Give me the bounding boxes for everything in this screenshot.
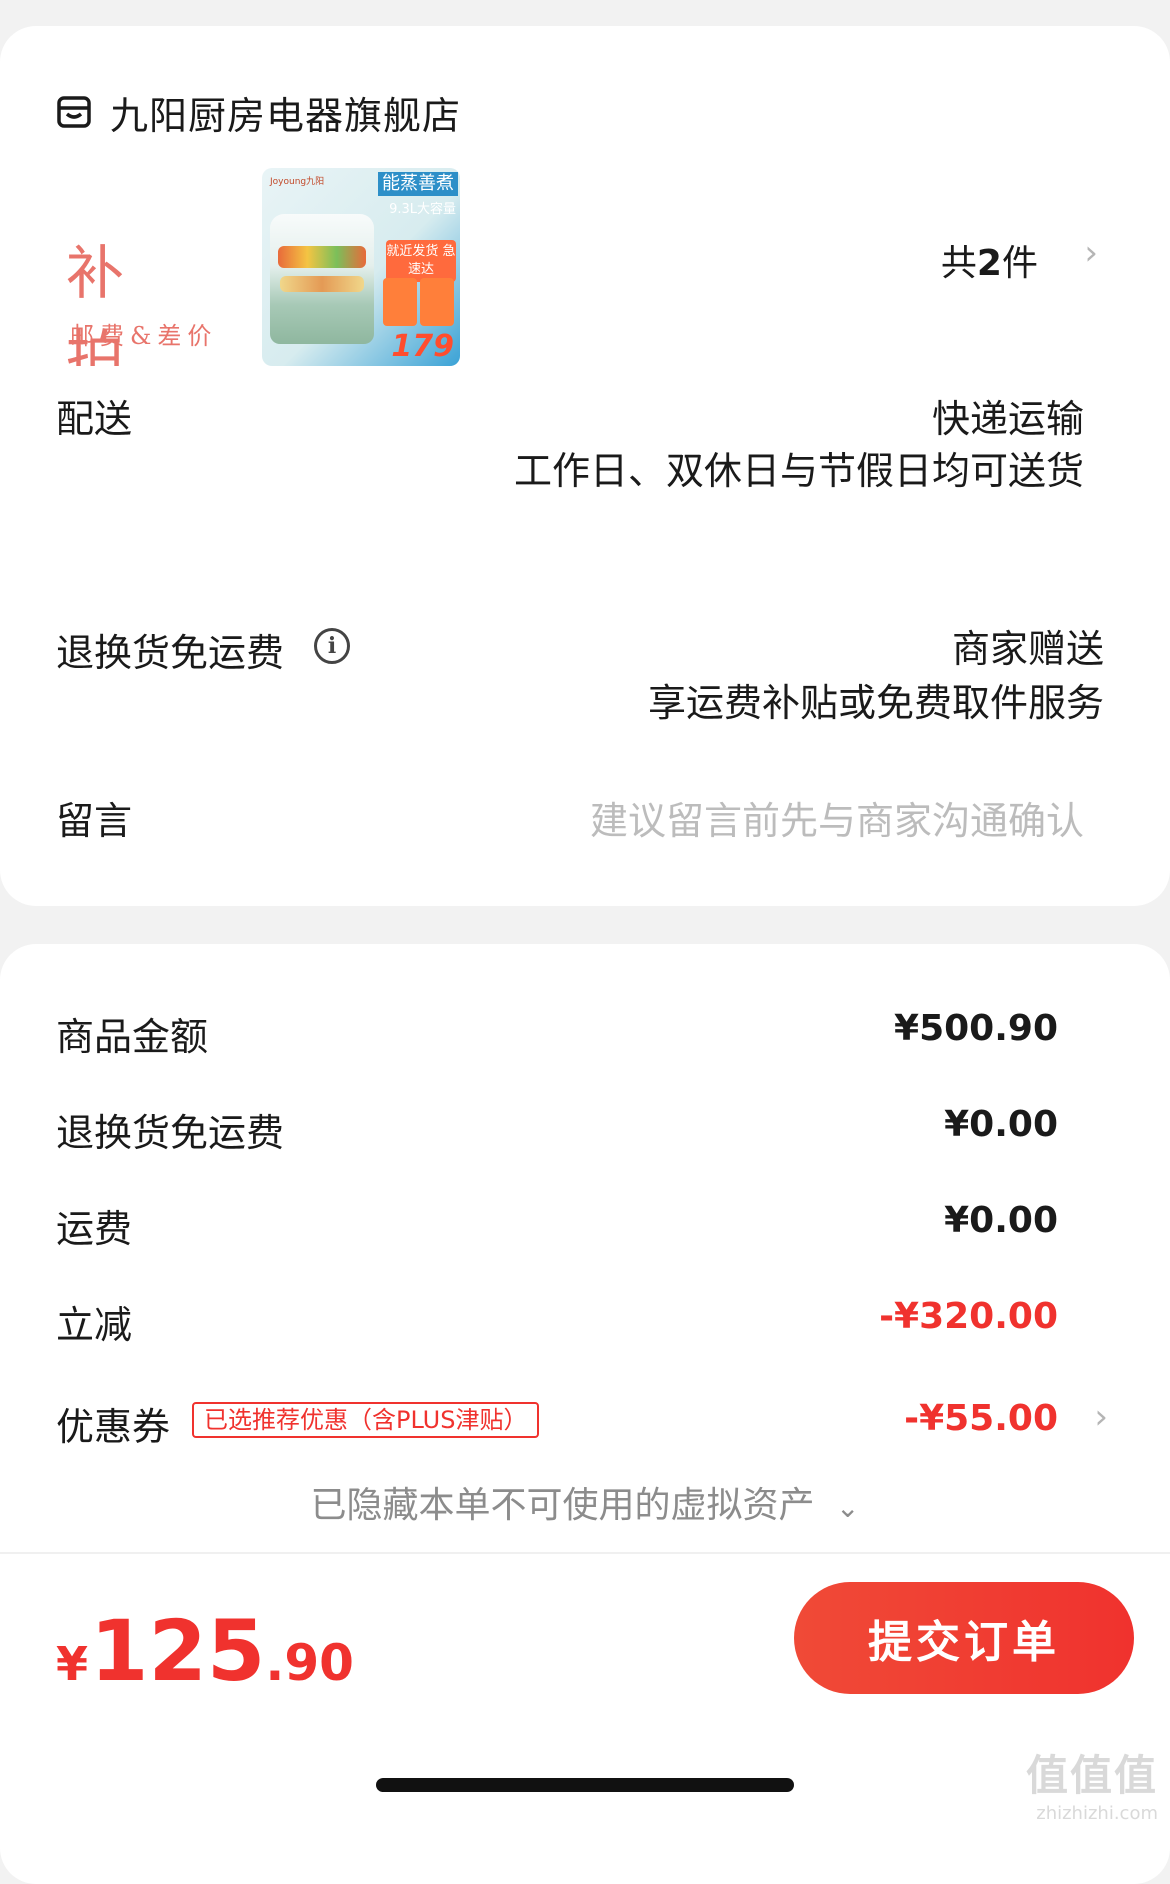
thumb-badges: [383, 278, 454, 326]
info-icon[interactable]: i: [314, 628, 350, 664]
return-shipping-note: 享运费补贴或免费取件服务: [647, 681, 1104, 725]
return-fee-value: ¥0.00: [944, 1104, 1058, 1145]
item-count-prefix: 共: [940, 243, 977, 284]
goods-amount-label: 商品金额: [56, 1015, 209, 1059]
promo-badge: [420, 278, 454, 326]
delivery-method[interactable]: 快递运输: [932, 388, 1084, 443]
store-header[interactable]: 九阳厨房电器旗舰店: [56, 82, 461, 142]
watermark-url: zhizhizhi.com: [1036, 1803, 1158, 1824]
steamer-food: [278, 246, 366, 268]
submit-order-button[interactable]: 提交订单: [794, 1582, 1134, 1694]
coupon-value[interactable]: -¥55.00: [904, 1398, 1058, 1439]
hidden-assets-text: 已隐藏本单不可使用的虚拟资产: [310, 1485, 815, 1526]
chevron-down-icon: ⌄: [836, 1491, 860, 1524]
watermark: 值值值 zhizhizhi.com: [1026, 1742, 1158, 1824]
promo-badge: [383, 278, 417, 326]
item-count[interactable]: 共2件: [941, 234, 1038, 286]
divider: [0, 1552, 1170, 1554]
discount-label: 立减: [56, 1303, 133, 1347]
hidden-assets-toggle[interactable]: 已隐藏本单不可使用的虚拟资产 ⌄: [0, 1476, 1170, 1528]
shipping-fee-value: ¥0.00: [944, 1200, 1058, 1241]
watermark-logo: 值值值: [1025, 1751, 1158, 1800]
total-integer: 125: [90, 1602, 266, 1700]
chevron-right-icon[interactable]: ›: [1094, 1400, 1108, 1434]
coupon-label: 优惠券: [56, 1405, 171, 1449]
return-shipping-label: 退换货免运费: [56, 631, 285, 675]
delivery-label: 配送: [56, 397, 133, 441]
chevron-right-icon[interactable]: ›: [1084, 236, 1098, 270]
return-fee-label: 退换货免运费: [56, 1111, 285, 1155]
total-decimal: .90: [265, 1634, 354, 1692]
thumb-shipping-tag: 就近发货 急速达: [386, 240, 456, 282]
delivery-note: 工作日、双休日与节假日均可送货: [513, 449, 1084, 493]
thumb-tag: 能蒸善煮: [378, 172, 458, 196]
store-name: 九阳厨房电器旗舰店: [110, 93, 462, 138]
total-price: ¥ 125 .90: [56, 1602, 354, 1700]
goods-amount-value: ¥500.90: [894, 1008, 1058, 1049]
home-indicator[interactable]: [376, 1778, 794, 1792]
store-icon: [57, 96, 91, 128]
currency-symbol: ¥: [56, 1637, 89, 1691]
coupon-tag[interactable]: 已选推荐优惠（含PLUS津贴）: [192, 1402, 540, 1438]
shipping-fee-label: 运费: [56, 1207, 133, 1251]
message-input[interactable]: 建议留言前先与商家沟通确认: [590, 790, 1084, 845]
message-label: 留言: [56, 799, 133, 843]
item-count-value: 2: [976, 243, 1002, 284]
item-count-suffix: 件: [1001, 243, 1038, 284]
return-shipping-value: 商家赠送: [951, 627, 1104, 671]
thumb-subtitle: 邮费&差价: [70, 322, 218, 350]
product-thumbnail-steamer[interactable]: Joyoung九阳 能蒸善煮 9.3L大容量 就近发货 急速达 179: [262, 168, 460, 366]
thumb-capacity: 9.3L大容量: [389, 202, 456, 217]
product-thumbnail-postage[interactable]: 补 拍 邮费&差价: [56, 168, 254, 366]
discount-value: -¥320.00: [879, 1296, 1058, 1337]
steamer-food-lower: [280, 276, 364, 292]
thumb-brand: Joyoung九阳: [270, 177, 325, 187]
thumb-price: 179: [391, 329, 454, 364]
